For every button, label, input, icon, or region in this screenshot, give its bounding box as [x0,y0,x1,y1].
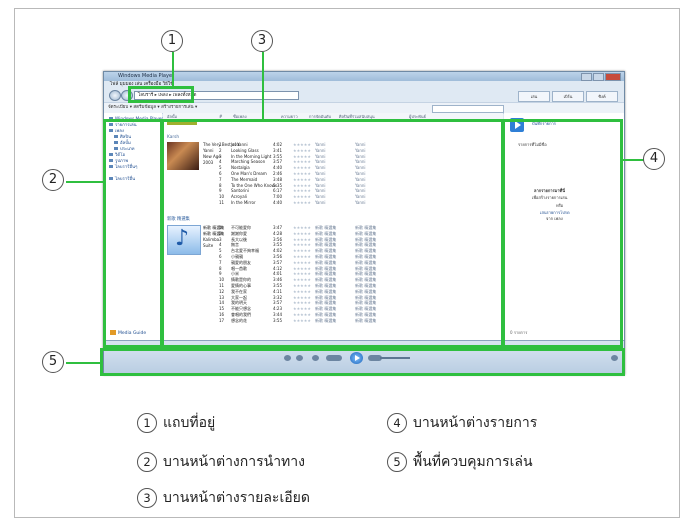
highlight-navigation-pane [103,119,163,348]
maximize-button[interactable] [593,73,604,81]
callout-line-2 [66,181,104,183]
callout-number: 4 [643,148,665,170]
legend-label: พื้นที่ควบคุมการเล่น [413,454,533,470]
callout-line-3 [262,52,264,121]
callout-number: 5 [42,351,64,373]
tab-sync[interactable]: ซิงค์ [586,91,618,102]
legend-number: 3 [137,488,157,508]
legend-item: 2 บานหน้าต่างการนำทาง [137,451,305,473]
legend-label: บานหน้าต่างการนำทาง [163,454,305,470]
legend-number: 1 [137,413,157,433]
legend-label: บานหน้าต่างรายละเอียด [163,490,310,506]
highlight-playback-area [100,348,625,376]
window-title: Windows Media Player [118,73,175,79]
pane-tabs: เล่น เบิร์น ซิงค์ [518,91,618,102]
callout-number: 2 [42,169,64,191]
highlight-address-bar [128,86,194,103]
legend-number: 4 [387,413,407,433]
title-bar: Windows Media Player [104,72,624,81]
minimize-button[interactable] [581,73,592,81]
callout-line-4 [622,159,644,161]
callout-number: 3 [251,30,273,52]
back-button[interactable] [109,90,121,101]
highlight-list-pane [502,119,623,348]
legend-item: 1 แถบที่อยู่ [137,412,215,434]
callout-number: 1 [161,30,183,52]
search-input[interactable] [432,105,504,113]
tab-play[interactable]: เล่น [518,91,550,102]
window-controls [581,73,621,81]
close-button[interactable] [605,73,621,81]
callout-line-1 [172,52,174,88]
legend-item: 3 บานหน้าต่างรายละเอียด [137,487,310,509]
legend-label: บานหน้าต่างรายการ [413,415,538,431]
legend-number: 5 [387,452,407,472]
toolbar-menus[interactable]: จัดระเบียบ ▾ สตรีมข้อมูล ▾ สร้างรายการเล… [108,105,197,110]
legend-label: แถบที่อยู่ [163,415,216,431]
legend-item: 5 พื้นที่ควบคุมการเล่น [387,451,533,473]
highlight-details-pane [161,119,504,348]
callout-line-5 [66,362,102,364]
legend-number: 2 [137,452,157,472]
tab-burn[interactable]: เบิร์น [552,91,584,102]
legend-item: 4 บานหน้าต่างรายการ [387,412,537,434]
